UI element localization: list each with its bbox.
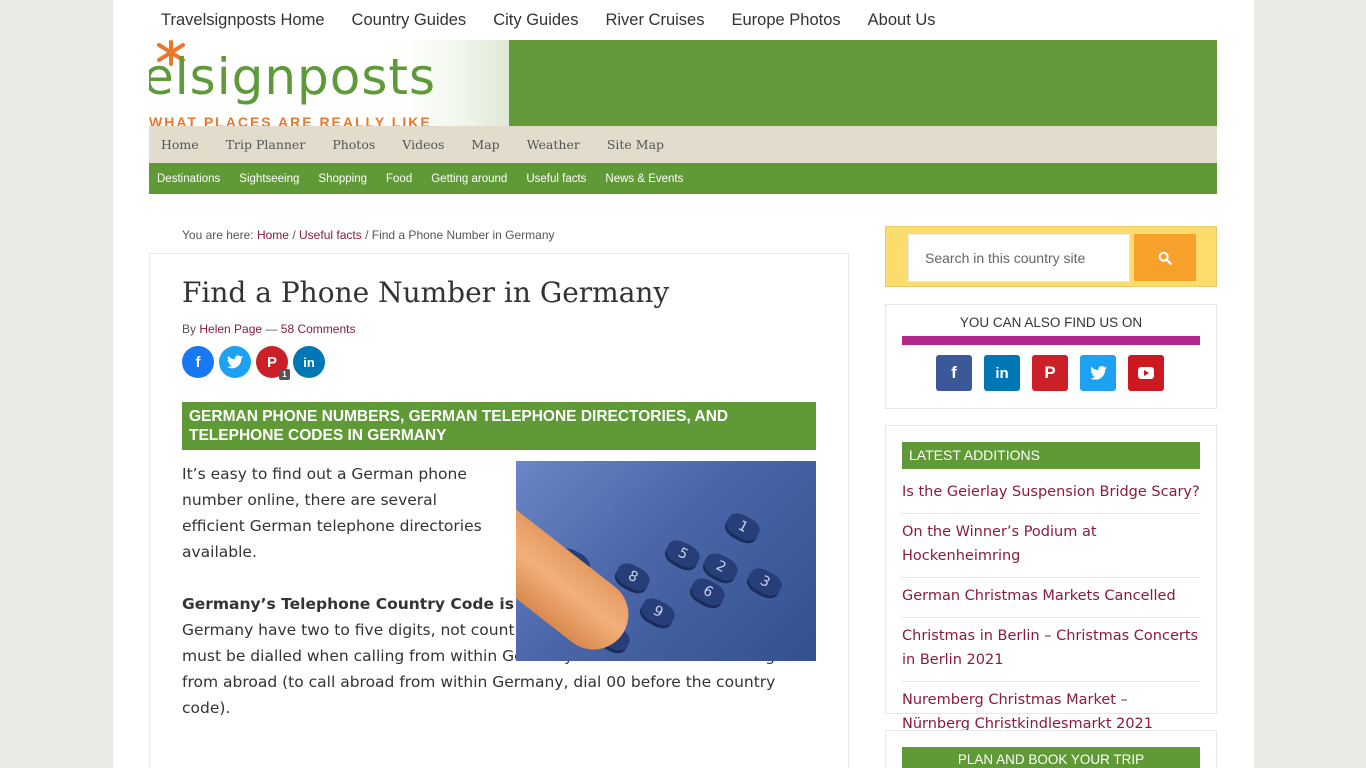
secnav-trip-planner[interactable]: Trip Planner xyxy=(226,137,306,152)
top-nav-river-cruises[interactable]: River Cruises xyxy=(605,11,704,30)
logo-tagline: WHAT PLACES ARE REALLY LIKE xyxy=(149,114,432,126)
top-nav-europe-photos[interactable]: Europe Photos xyxy=(732,11,841,30)
plan-title: Plan and Book Your Trip xyxy=(902,747,1200,768)
author-link[interactable]: Helen Page xyxy=(199,322,262,336)
breadcrumb-separator: / xyxy=(292,228,296,242)
breadcrumb: You are here: Home / Useful facts / Find… xyxy=(182,228,555,242)
share-pinterest-button[interactable]: P 1 xyxy=(256,346,290,380)
breadcrumb-prefix: You are here: xyxy=(182,228,254,242)
search-icon xyxy=(1158,251,1172,265)
social-links: f in P xyxy=(936,355,1164,391)
breadcrumb-current: Find a Phone Number in Germany xyxy=(371,228,555,242)
top-nav-home[interactable]: Travelsignposts Home xyxy=(161,11,325,30)
catnav-news-events[interactable]: News & Events xyxy=(605,173,683,185)
social-linkedin-link[interactable]: in xyxy=(984,355,1020,391)
social-facebook-link[interactable]: f xyxy=(936,355,972,391)
pinterest-icon: P xyxy=(1044,363,1056,382)
catnav-destinations[interactable]: Destinations xyxy=(157,173,220,185)
latest-title: Latest Additions xyxy=(902,442,1200,469)
twitter-icon xyxy=(227,355,243,369)
linkedin-icon: in xyxy=(995,364,1009,382)
find-us-title: You can also find us on xyxy=(959,315,1143,330)
country-code-highlight: Germany’s Telephone Country Code is 49 xyxy=(182,595,541,613)
facebook-icon: f xyxy=(195,353,201,371)
share-twitter-button[interactable] xyxy=(219,346,251,378)
search-input[interactable] xyxy=(908,234,1130,282)
top-nav-country-guides[interactable]: Country Guides xyxy=(352,11,467,30)
facebook-icon: f xyxy=(951,363,957,382)
site-logo[interactable]: elsignposts WHAT PLACES ARE REALLY LIKE xyxy=(149,40,509,126)
comments-link[interactable]: 58 Comments xyxy=(281,322,356,336)
category-nav: Destinations Sightseeing Shopping Food G… xyxy=(149,163,1217,194)
youtube-icon xyxy=(1138,367,1154,379)
secnav-weather[interactable]: Weather xyxy=(527,137,580,152)
secnav-photos[interactable]: Photos xyxy=(332,137,375,152)
secnav-home[interactable]: Home xyxy=(161,137,199,152)
catnav-shopping[interactable]: Shopping xyxy=(318,173,367,185)
site-header: elsignposts WHAT PLACES ARE REALLY LIKE xyxy=(149,40,1217,126)
latest-additions-widget: Latest Additions Is the Geierlay Suspens… xyxy=(885,425,1217,732)
list-item[interactable]: On the Winner’s Podium at Hockenheimring xyxy=(902,518,1200,578)
logo-text: elsignposts xyxy=(149,48,437,106)
accent-bar xyxy=(902,336,1200,345)
article: Find a Phone Number in Germany By Helen … xyxy=(149,253,849,768)
list-item[interactable]: German Christmas Markets Cancelled xyxy=(902,582,1200,618)
secondary-nav: Home Trip Planner Photos Videos Map Weat… xyxy=(149,126,1217,163)
meta-dash: — xyxy=(265,322,278,336)
secnav-videos[interactable]: Videos xyxy=(402,137,444,152)
catnav-food[interactable]: Food xyxy=(386,173,412,185)
paragraph: It’s easy to find out a German phone num… xyxy=(182,465,482,561)
search-widget xyxy=(885,226,1217,287)
top-nav: Travelsignposts Home Country Guides City… xyxy=(161,0,963,40)
share-linkedin-button[interactable]: in xyxy=(293,346,325,378)
social-youtube-link[interactable] xyxy=(1128,355,1164,391)
secnav-map[interactable]: Map xyxy=(471,137,499,152)
breadcrumb-separator: / xyxy=(365,228,369,242)
search-button[interactable] xyxy=(1134,234,1196,281)
linkedin-icon: in xyxy=(303,354,315,370)
secnav-site-map[interactable]: Site Map xyxy=(607,137,664,152)
top-nav-about-us[interactable]: About Us xyxy=(868,11,936,30)
article-meta: By Helen Page — 58 Comments xyxy=(182,322,355,336)
breadcrumb-home[interactable]: Home xyxy=(257,228,289,242)
header-banner xyxy=(509,40,1217,126)
page-container: Travelsignposts Home Country Guides City… xyxy=(113,0,1254,768)
telephone-keypad-photo: 1 2 3 * 0 # 9 6 8 5 xyxy=(516,461,816,661)
top-nav-city-guides[interactable]: City Guides xyxy=(493,11,578,30)
share-facebook-button[interactable]: f xyxy=(182,346,214,378)
section-heading: German phone numbers, German telephone d… xyxy=(182,402,816,450)
breadcrumb-useful-facts[interactable]: Useful facts xyxy=(299,228,362,242)
list-item[interactable]: Is the Geierlay Suspension Bridge Scary? xyxy=(902,478,1200,514)
catnav-useful-facts[interactable]: Useful facts xyxy=(526,173,586,185)
find-us-widget: You can also find us on f in P xyxy=(885,304,1217,409)
social-pinterest-link[interactable]: P xyxy=(1032,355,1068,391)
page-title: Find a Phone Number in Germany xyxy=(182,276,670,309)
list-item[interactable]: Christmas in Berlin – Christmas Concerts… xyxy=(902,622,1200,682)
byline-prefix: By xyxy=(182,322,197,336)
latest-list: Is the Geierlay Suspension Bridge Scary?… xyxy=(902,478,1200,749)
pinterest-icon: P xyxy=(266,353,277,371)
catnav-getting-around[interactable]: Getting around xyxy=(431,173,507,185)
social-twitter-link[interactable] xyxy=(1080,355,1116,391)
share-count: 1 xyxy=(279,369,290,380)
share-buttons: f P 1 in xyxy=(182,346,325,380)
plan-trip-widget: Plan and Book Your Trip xyxy=(885,730,1217,768)
twitter-icon xyxy=(1089,366,1107,380)
catnav-sightseeing[interactable]: Sightseeing xyxy=(239,173,299,185)
